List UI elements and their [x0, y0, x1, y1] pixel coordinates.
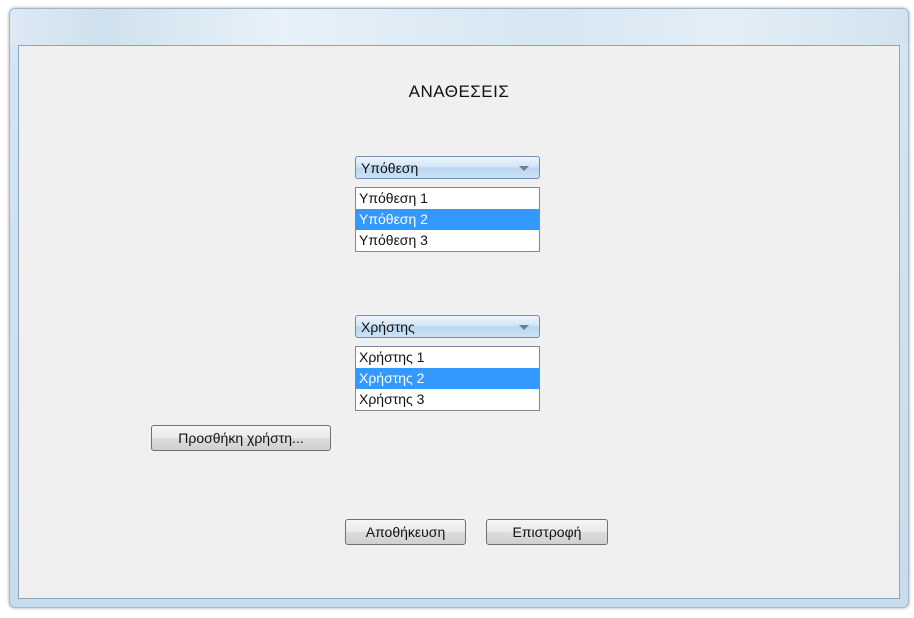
- page-title: ΑΝΑΘΕΣΕΙΣ: [408, 82, 510, 101]
- case-option-selected[interactable]: Υπόθεση 2: [356, 209, 539, 230]
- assignments-panel: ΑΝΑΘΕΣΕΙΣ Υπόθεση Υπόθεση 1 Υπόθεση 2 Υπ…: [18, 45, 900, 599]
- chevron-down-icon: [519, 325, 529, 330]
- user-combobox-value: Χρήστης: [361, 319, 415, 335]
- case-option[interactable]: Υπόθεση 3: [356, 230, 539, 251]
- user-option[interactable]: Χρήστης 3: [356, 389, 539, 410]
- user-combobox[interactable]: Χρήστης: [355, 315, 540, 338]
- case-listbox[interactable]: Υπόθεση 1 Υπόθεση 2 Υπόθεση 3: [355, 187, 540, 252]
- chevron-down-icon: [519, 166, 529, 171]
- add-user-button[interactable]: Προσθήκη χρήστη...: [151, 425, 331, 451]
- user-listbox[interactable]: Χρήστης 1 Χρήστης 2 Χρήστης 3: [355, 346, 540, 411]
- case-option[interactable]: Υπόθεση 1: [356, 188, 539, 209]
- save-button[interactable]: Αποθήκευση: [345, 519, 466, 545]
- back-button[interactable]: Επιστροφή: [486, 519, 608, 545]
- case-combobox[interactable]: Υπόθεση: [355, 156, 540, 179]
- app-window: ΑΝΑΘΕΣΕΙΣ Υπόθεση Υπόθεση 1 Υπόθεση 2 Υπ…: [9, 8, 909, 608]
- user-option-selected[interactable]: Χρήστης 2: [356, 368, 539, 389]
- case-combobox-value: Υπόθεση: [361, 160, 419, 176]
- user-option[interactable]: Χρήστης 1: [356, 347, 539, 368]
- window-titlebar[interactable]: [10, 9, 908, 45]
